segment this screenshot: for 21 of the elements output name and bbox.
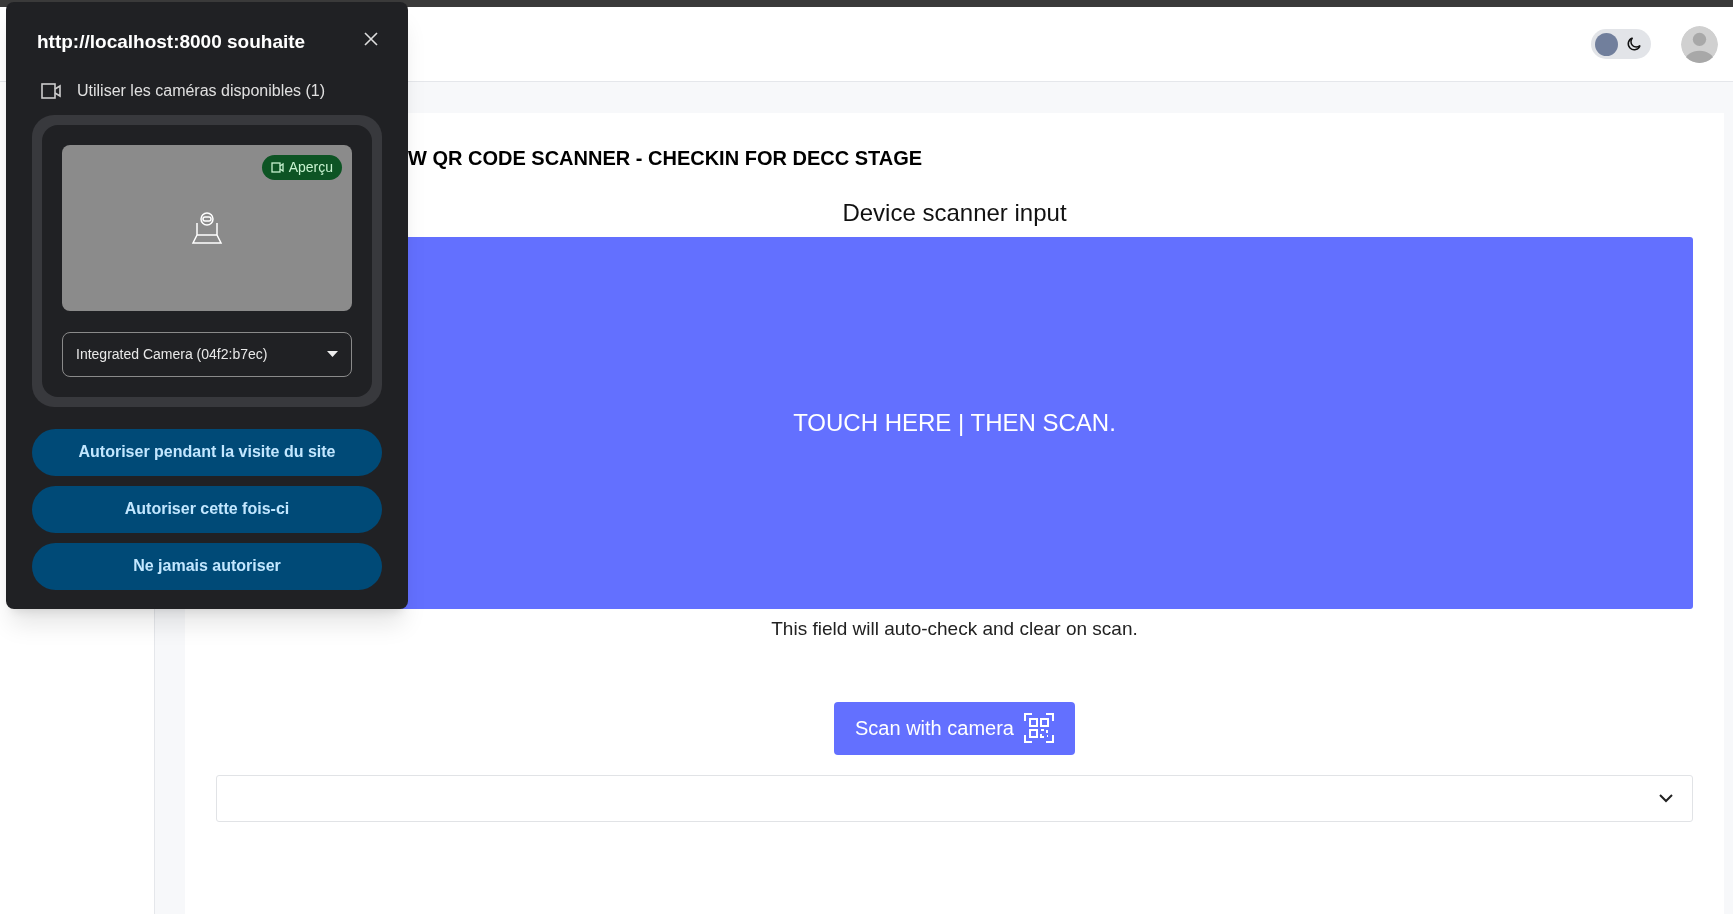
- permission-text: Utiliser les caméras disponibles (1): [77, 80, 326, 101]
- qr-code-icon: [1024, 713, 1054, 743]
- theme-toggle[interactable]: [1591, 29, 1651, 59]
- chevron-down-icon: [1658, 793, 1674, 803]
- dropdown-field[interactable]: [216, 774, 1693, 822]
- scan-hint: This field will auto-check and clear on scan.: [771, 617, 1138, 641]
- video-camera-icon: [270, 161, 284, 173]
- moon-icon: [1625, 35, 1643, 53]
- dialog-title: http://localhost:8000 souhaite: [37, 30, 306, 54]
- permission-button[interactable]: Autoriser pendant la visite du site: [32, 428, 382, 476]
- preview-badge: Aperçu: [261, 154, 342, 180]
- video-camera-icon: [41, 82, 61, 99]
- permission-button[interactable]: Ne jamais autoriser: [32, 542, 382, 590]
- camera-select[interactable]: Integrated Camera (04f2:b7ec): [62, 331, 352, 377]
- caret-icon: [327, 351, 338, 357]
- permission-button[interactable]: Autoriser cette fois-ci: [32, 485, 382, 533]
- scan-camera-button[interactable]: Scan with camera: [834, 701, 1075, 755]
- page-title: W QR CODE SCANNER - CHECKIN FOR DECC STAGE: [408, 146, 923, 171]
- close-icon[interactable]: [364, 32, 378, 46]
- webcam-icon: [190, 210, 224, 245]
- scanner-label: Device scanner input: [842, 198, 1067, 228]
